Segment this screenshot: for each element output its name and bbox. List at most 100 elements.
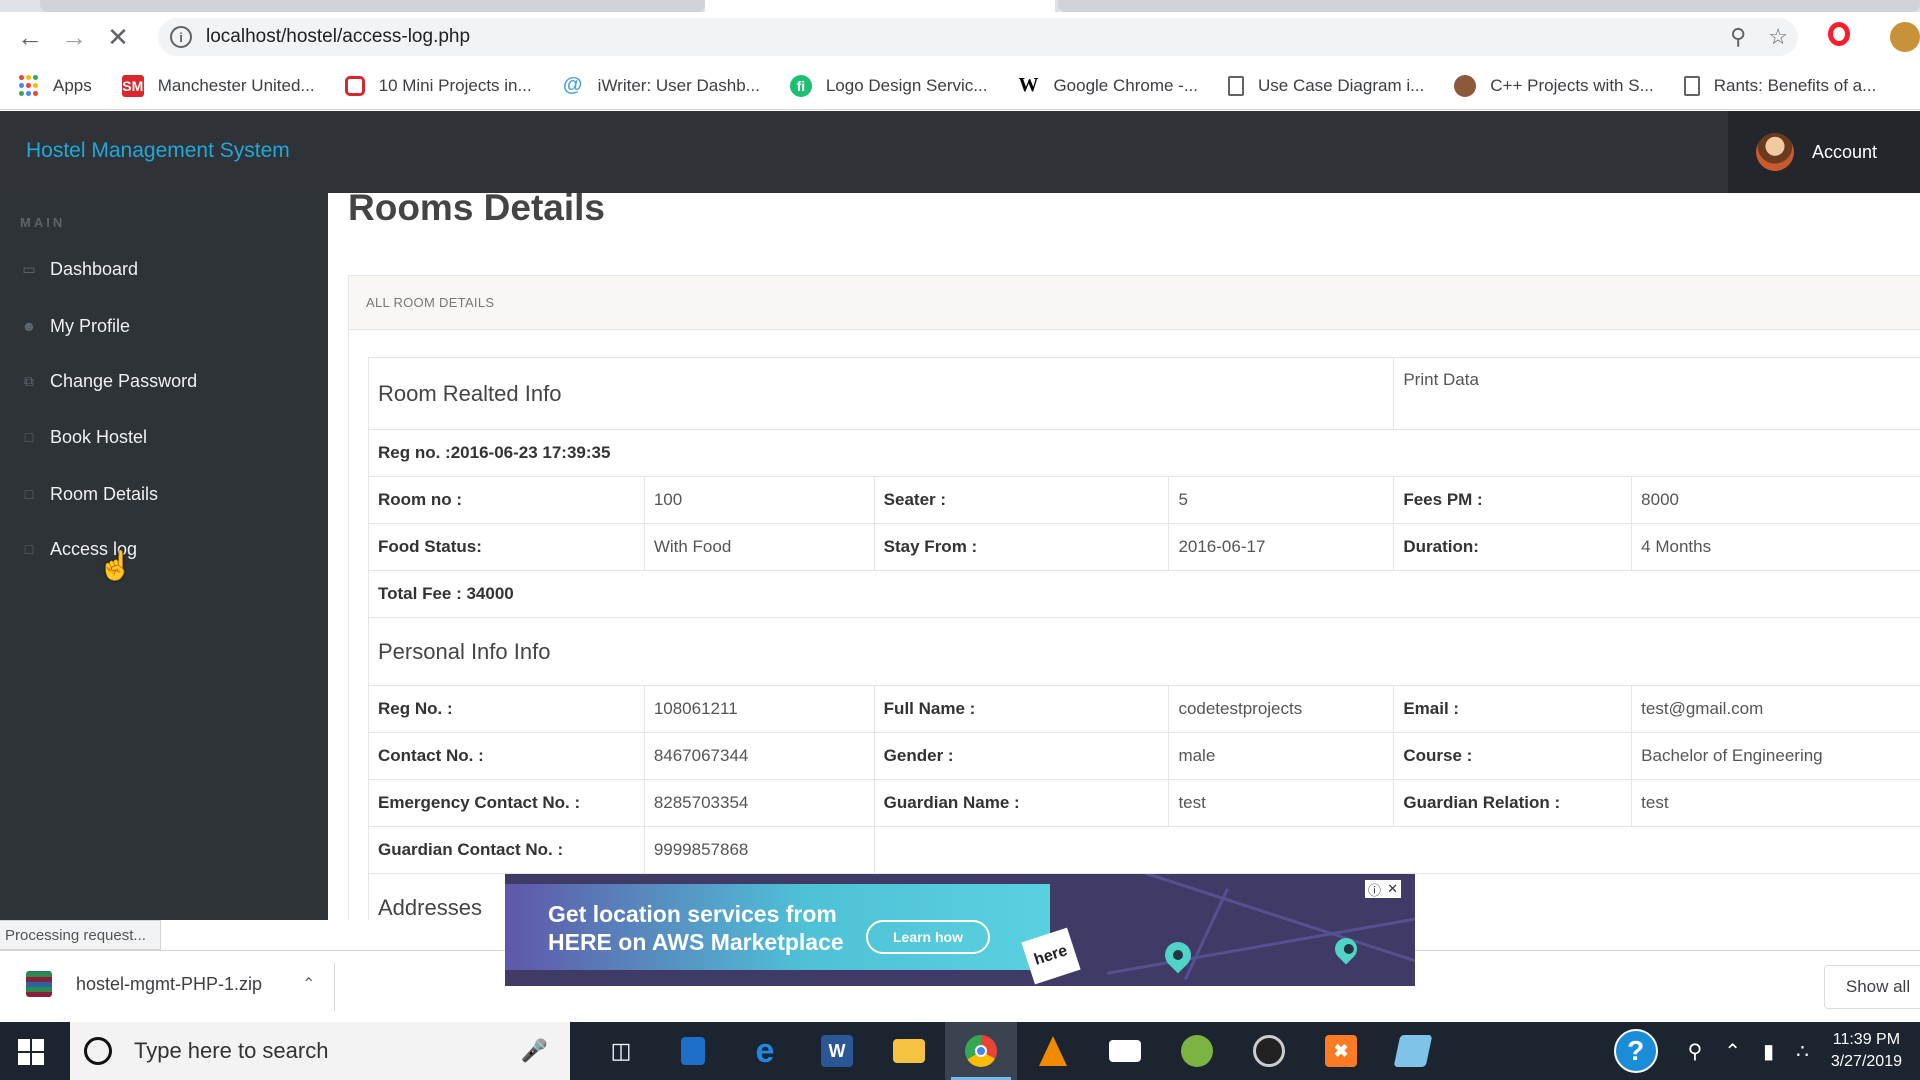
browser-tab[interactable] xyxy=(1058,0,1920,12)
browser-toolbar: ← → ✕ i localhost/hostel/access-log.php … xyxy=(0,12,1920,62)
cortana-icon xyxy=(84,1037,112,1065)
sidebar-item-label: Room Details xyxy=(50,483,159,504)
back-icon[interactable]: ← xyxy=(8,15,52,59)
address-bar[interactable]: i localhost/hostel/access-log.php ⚲ ☆ xyxy=(158,18,1798,56)
table-row: Reg No. : 108061211 Full Name : codetest… xyxy=(368,685,1920,733)
browser-tab[interactable] xyxy=(40,0,705,12)
taskbar-search[interactable]: Type here to search 🎤 xyxy=(70,1022,570,1080)
android-studio-icon[interactable] xyxy=(1161,1022,1233,1080)
bookmark-google-chrome[interactable]: W Google Chrome -... xyxy=(1017,74,1198,97)
reg-no-label: Reg No. : xyxy=(368,685,645,733)
bookmark-label: Rants: Benefits of a... xyxy=(1713,75,1877,95)
show-all-button[interactable]: Show all xyxy=(1824,965,1920,1009)
chevron-up-icon[interactable]: ⌃ xyxy=(302,974,315,994)
bookmark-label: Google Chrome -... xyxy=(1053,75,1198,95)
duration-label: Duration: xyxy=(1393,523,1633,571)
guardian-name-label: Guardian Name : xyxy=(873,779,1170,827)
bookmark-use-case[interactable]: Use Case Diagram i... xyxy=(1228,75,1425,96)
full-name-label: Full Name : xyxy=(873,685,1170,733)
bookmark-cpp-projects[interactable]: C++ Projects with S... xyxy=(1454,74,1654,97)
windows-start-icon[interactable] xyxy=(18,1039,44,1065)
site-info-icon[interactable]: i xyxy=(170,26,192,48)
table-row: Food Status: With Food Stay From : 2016-… xyxy=(368,523,1920,571)
bookmark-label: Use Case Diagram i... xyxy=(1258,75,1425,95)
help-icon[interactable]: ? xyxy=(1613,1029,1658,1073)
sidebar-item-access-log[interactable]: □ Access log xyxy=(0,529,328,569)
bookmark-star-icon[interactable]: ☆ xyxy=(1768,24,1788,50)
chevron-up-icon[interactable]: ⌃ xyxy=(1724,1039,1741,1064)
forward-icon[interactable]: → xyxy=(52,15,96,59)
brand-link[interactable]: Hostel Management System xyxy=(26,139,290,163)
avatar-icon xyxy=(1454,74,1477,97)
wikipedia-icon: W xyxy=(1018,74,1039,96)
bookmark-label: iWriter: User Dashb... xyxy=(597,75,760,95)
learn-how-button[interactable]: Learn how xyxy=(866,920,990,954)
food-status-label: Food Status: xyxy=(368,523,645,571)
people-icon[interactable]: ⚲ xyxy=(1688,1039,1703,1064)
url-text[interactable]: localhost/hostel/access-log.php xyxy=(206,26,470,48)
microphone-icon[interactable]: 🎤 xyxy=(521,1038,548,1064)
taskbar: Type here to search 🎤 ◫ e W ✖ ? ⚲ ⌃ ▮ ∴ … xyxy=(0,1022,1920,1080)
ad-close-icon[interactable]: ⓘ ✕ xyxy=(1365,880,1401,898)
sidebar-item-dashboard[interactable]: ▭ Dashboard xyxy=(0,249,328,289)
system-tray: ? ⚲ ⌃ ▮ ∴ 11:39 PM 3/27/2019 xyxy=(1613,1022,1920,1080)
table-row: Reg no. :2016-06-23 17:39:35 xyxy=(368,429,1920,477)
file-explorer-icon[interactable] xyxy=(873,1022,945,1080)
sidebar-item-change-password[interactable]: ⧉ Change Password xyxy=(0,361,328,401)
sidebar-item-my-profile[interactable]: ☻ My Profile xyxy=(0,306,328,346)
clock[interactable]: 11:39 PM 3/27/2019 xyxy=(1831,1029,1902,1073)
course-label: Course : xyxy=(1393,732,1633,780)
ad-info-icon[interactable]: ⓘ xyxy=(1368,880,1381,899)
word-icon[interactable]: W xyxy=(801,1022,873,1080)
bookmark-logo-design[interactable]: fi Logo Design Servic... xyxy=(789,74,987,97)
bookmark-apps[interactable]: Apps xyxy=(18,75,92,96)
page-icon xyxy=(1228,75,1244,96)
photos-icon[interactable] xyxy=(657,1022,729,1080)
account-menu[interactable]: Account xyxy=(1728,111,1920,193)
clock-time: 11:39 PM xyxy=(1832,1031,1901,1048)
wifi-icon[interactable]: ∴ xyxy=(1796,1039,1809,1064)
bookmark-label: Apps xyxy=(53,75,92,95)
bookmark-mini-projects[interactable]: 10 Mini Projects in... xyxy=(344,75,532,96)
sidebar-item-label: My Profile xyxy=(50,315,131,336)
archive-icon xyxy=(26,971,52,997)
extension-icon[interactable] xyxy=(1890,22,1920,52)
reg-no-value: 108061211 xyxy=(643,685,875,733)
advertisement[interactable]: Get location services from HERE on AWS M… xyxy=(505,874,1415,986)
bookmark-manchester[interactable]: SM Manchester United... xyxy=(121,74,315,97)
print-data-link[interactable]: Print Data xyxy=(1393,357,1920,430)
room-details-table: Room Realted Info Print Data Reg no. :20… xyxy=(367,357,1920,920)
xampp-icon[interactable]: ✖ xyxy=(1305,1022,1377,1080)
zoom-icon[interactable]: ⚲ xyxy=(1730,24,1746,50)
table-row: Room no : 100 Seater : 5 Fees PM : 8000 xyxy=(368,476,1920,524)
desktop-icon: ▭ xyxy=(22,260,36,277)
task-view-icon[interactable]: ◫ xyxy=(585,1022,657,1080)
battery-icon[interactable]: ▮ xyxy=(1763,1039,1774,1064)
at-icon: @ xyxy=(562,74,583,96)
bookmark-rants[interactable]: Rants: Benefits of a... xyxy=(1683,75,1877,96)
bookmark-iwriter[interactable]: @ iWriter: User Dashb... xyxy=(562,74,760,97)
ad-headline: Get location services from HERE on AWS M… xyxy=(548,901,844,955)
opera-extension-icon[interactable] xyxy=(1828,22,1850,46)
mail-icon[interactable] xyxy=(1089,1022,1161,1080)
guardian-relation-value: test xyxy=(1631,779,1920,827)
download-filename: hostel-mgmt-PHP-1.zip xyxy=(76,973,263,994)
sidebar-item-room-details[interactable]: □ Room Details xyxy=(0,474,328,514)
email-label: Email : xyxy=(1393,685,1633,733)
guardian-relation-label: Guardian Relation : xyxy=(1393,779,1633,827)
edge-icon[interactable]: e xyxy=(729,1022,801,1080)
bookmark-label: Manchester United... xyxy=(157,75,315,95)
app-header: Hostel Management System Account xyxy=(0,111,1920,193)
download-item[interactable]: hostel-mgmt-PHP-1.zip ⌃ xyxy=(26,971,315,997)
stop-loading-icon[interactable]: ✕ xyxy=(96,15,140,59)
browser-tab-active[interactable] xyxy=(705,0,1055,12)
vlc-icon[interactable] xyxy=(1017,1022,1089,1080)
table-row: Guardian Contact No. : 9999857868 xyxy=(368,826,1920,874)
obs-icon[interactable] xyxy=(1233,1022,1305,1080)
close-icon[interactable]: ✕ xyxy=(1387,881,1398,897)
total-fee: Total Fee : 34000 xyxy=(368,570,1920,618)
notepad-icon[interactable] xyxy=(1377,1022,1449,1080)
chrome-icon[interactable] xyxy=(945,1022,1017,1080)
clock-date: 3/27/2019 xyxy=(1830,1053,1902,1070)
sidebar-item-book-hostel[interactable]: □ Book Hostel xyxy=(0,417,328,457)
